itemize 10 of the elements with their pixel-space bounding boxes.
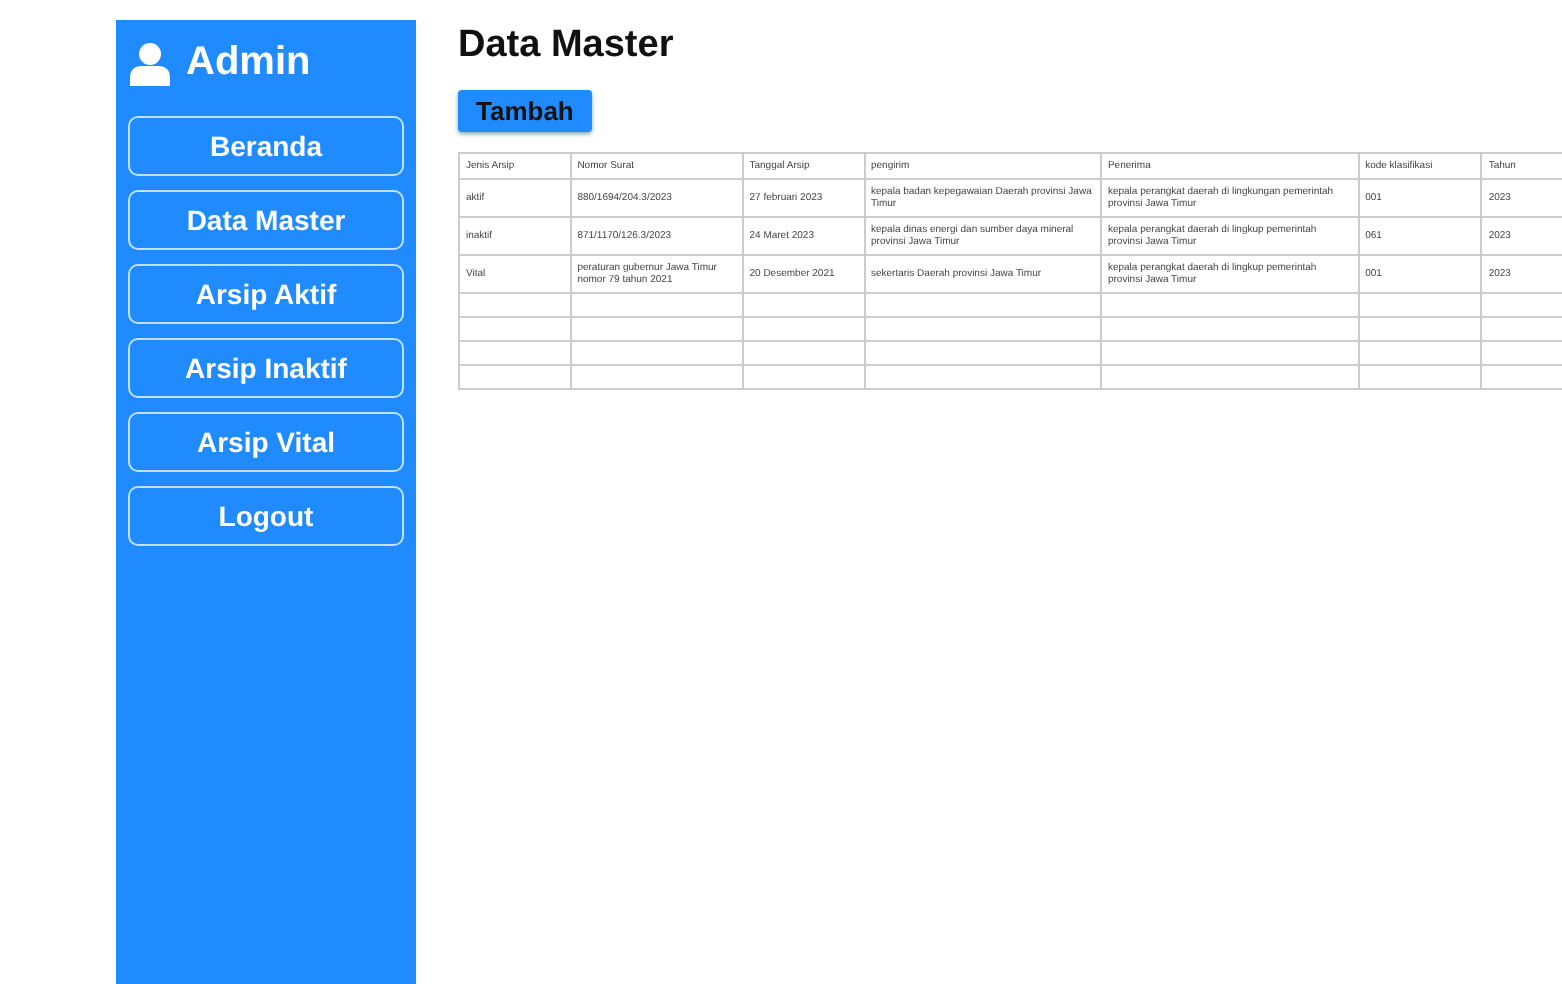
sidebar-title: Admin — [186, 40, 311, 86]
nav-button[interactable]: Logout — [128, 486, 404, 546]
nav-button[interactable]: Arsip Inaktif — [128, 338, 404, 398]
nav-button[interactable]: Data Master — [128, 190, 404, 250]
page-title: Data Master — [458, 24, 676, 68]
nav-button[interactable]: Arsip Aktif — [128, 264, 404, 324]
user-icon — [130, 41, 170, 85]
nav-button[interactable]: Arsip Vital — [128, 412, 404, 472]
add-button[interactable]: Tambah — [458, 90, 592, 132]
nav-button[interactable]: Beranda — [128, 116, 404, 176]
